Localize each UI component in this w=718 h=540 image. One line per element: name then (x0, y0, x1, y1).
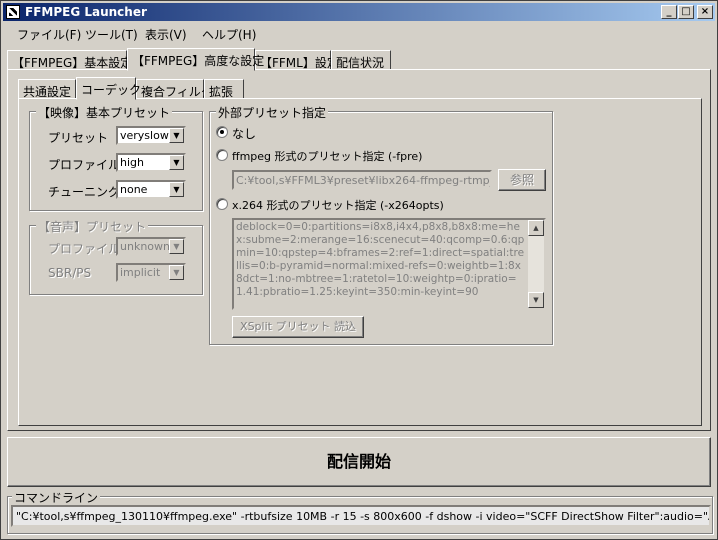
tuning-select-value: none (120, 183, 148, 196)
radio-none[interactable] (216, 126, 228, 138)
tab-ffml-settings[interactable]: 【FFML】設定 (255, 50, 339, 70)
app-window: FFMPEG Launcher _ □ × ファイル(F) ツール(T) 表示(… (0, 0, 718, 540)
minimize-button[interactable]: _ (661, 5, 677, 19)
radio-x264opts-label[interactable]: x.264 形式のプリセット指定 (-x264opts) (232, 197, 444, 213)
title-bar[interactable]: FFMPEG Launcher _ □ × (3, 3, 715, 21)
chevron-down-icon[interactable]: ▼ (169, 265, 184, 280)
external-preset-group: 外部プリセット指定 なし ffmpeg 形式のプリセット指定 (-fpre) C… (209, 104, 553, 345)
radio-x264opts[interactable] (216, 198, 228, 210)
tab-ffmpeg-basic[interactable]: 【FFMPEG】基本設定 (7, 50, 132, 70)
external-preset-title: 外部プリセット指定 (216, 104, 329, 121)
audio-preset-title: 【音声】プリセット (36, 218, 149, 235)
app-icon (6, 5, 20, 19)
menu-file[interactable]: ファイル(F) (17, 26, 81, 43)
maximize-button[interactable]: □ (678, 5, 694, 19)
menu-tools[interactable]: ツール(T) (85, 26, 138, 43)
menu-view[interactable]: 表示(V) (145, 26, 187, 43)
sbr-ps-select[interactable]: implicit ▼ (116, 263, 186, 282)
browse-button[interactable]: 参照 (498, 169, 546, 191)
main-tab-strip: 【FFMPEG】基本設定 【FFMPEG】高度な設定 【FFML】設定 配信状況 (7, 48, 711, 71)
codec-panel: 【映像】基本プリセット プリセット veryslow ▼ プロファイル high… (18, 98, 702, 426)
radio-none-label[interactable]: なし (232, 125, 256, 142)
x264opts-textarea[interactable]: deblock=0=0:partitions=i8x8,i4x4,p8x8,b8… (232, 218, 546, 310)
x264opts-text: deblock=0=0:partitions=i8x8,i4x4,p8x8,b8… (236, 221, 525, 298)
sbr-ps-select-value: implicit (120, 266, 161, 279)
sub-tab-strip: 共通設定 コーデック 複合フィルタ 拡張 (18, 77, 698, 100)
tab-stream-status[interactable]: 配信状況 (331, 50, 391, 70)
profile-select-value: high (120, 156, 144, 169)
x264opts-scrollbar[interactable]: ▲ ▼ (528, 220, 544, 308)
start-streaming-button[interactable]: 配信開始 (7, 437, 711, 487)
command-line-field[interactable]: "C:¥tool,s¥ffmpeg_130110¥ffmpeg.exe" -rt… (11, 505, 711, 527)
video-preset-group: 【映像】基本プリセット プリセット veryslow ▼ プロファイル high… (29, 104, 203, 211)
audio-preset-group: 【音声】プリセット プロファイル unknown ▼ SBR/PS implic… (29, 218, 203, 295)
preset-label: プリセット (48, 131, 109, 145)
chevron-down-icon[interactable]: ▼ (169, 182, 184, 197)
sbr-ps-label: SBR/PS (48, 266, 92, 280)
menu-bar: ファイル(F) ツール(T) 表示(V) ヘルプ(H) (3, 23, 715, 43)
scroll-down-icon[interactable]: ▼ (528, 292, 544, 308)
tab-ffmpeg-advanced[interactable]: 【FFMPEG】高度な設定 (127, 48, 264, 71)
audio-profile-select[interactable]: unknown ▼ (116, 237, 186, 256)
tab-common-settings[interactable]: 共通設定 (18, 79, 76, 99)
preset-select-value: veryslow (120, 129, 169, 142)
fpre-path-input[interactable]: C:¥tool,s¥FFML3¥preset¥libx264-ffmpeg-rt… (232, 170, 492, 190)
tuning-label: チューニング (48, 185, 121, 199)
chevron-down-icon[interactable]: ▼ (169, 155, 184, 170)
window-title: FFMPEG Launcher (25, 5, 147, 19)
main-tab-panel: 共通設定 コーデック 複合フィルタ 拡張 【映像】基本プリセット プリセット v… (7, 69, 711, 431)
tuning-select[interactable]: none ▼ (116, 180, 186, 199)
scroll-up-icon[interactable]: ▲ (528, 220, 544, 236)
audio-profile-label: プロファイル (48, 242, 121, 256)
chevron-down-icon[interactable]: ▼ (169, 128, 184, 143)
video-preset-title: 【映像】基本プリセット (36, 104, 173, 121)
xsplit-load-button[interactable]: XSplit プリセット 読込 (232, 316, 364, 338)
tab-complex-filter[interactable]: 複合フィルタ (136, 79, 213, 99)
close-button[interactable]: × (697, 5, 713, 19)
preset-select[interactable]: veryslow ▼ (116, 126, 186, 145)
chevron-down-icon[interactable]: ▼ (169, 239, 184, 254)
profile-label: プロファイル (48, 158, 121, 172)
command-line-title: コマンドライン (12, 489, 101, 506)
tab-extension[interactable]: 拡張 (204, 79, 244, 99)
menu-help[interactable]: ヘルプ(H) (202, 26, 256, 43)
radio-fpre-label[interactable]: ffmpeg 形式のプリセット指定 (-fpre) (232, 148, 422, 164)
radio-fpre[interactable] (216, 149, 228, 161)
tab-codec[interactable]: コーデック (76, 77, 141, 100)
profile-select[interactable]: high ▼ (116, 153, 186, 172)
audio-profile-select-value: unknown (120, 240, 170, 253)
